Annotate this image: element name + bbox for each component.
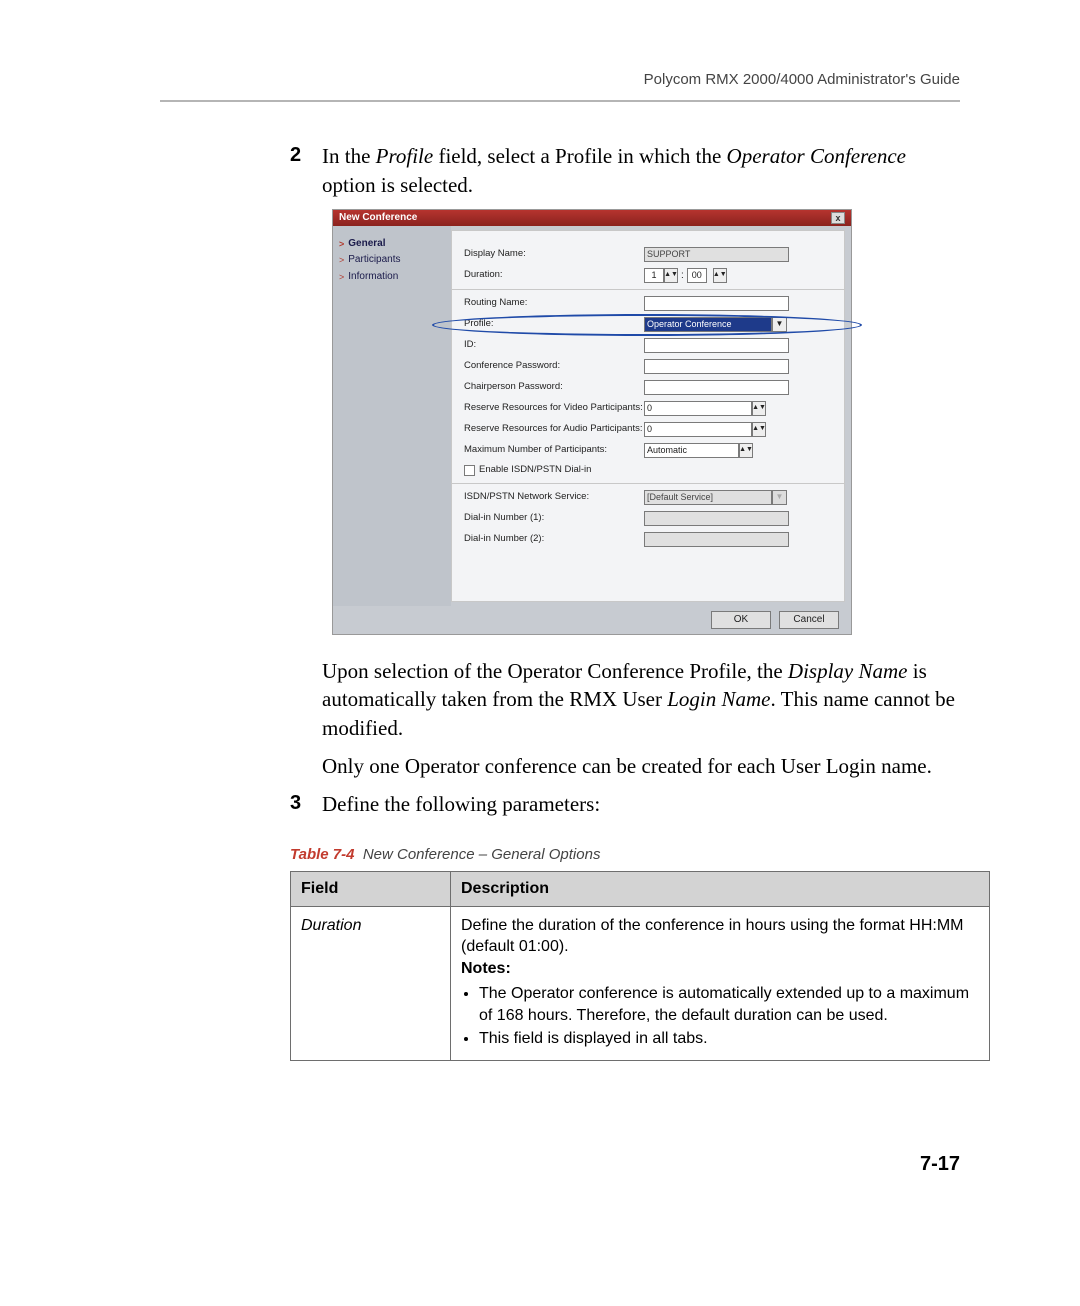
list-item: The Operator conference is automatically… <box>479 983 979 1026</box>
text-italic: Login Name <box>667 687 770 711</box>
stepper-updown-icon[interactable]: ▲▼ <box>752 422 766 437</box>
table-caption: Table 7-4 New Conference – General Optio… <box>290 845 960 865</box>
label-profile: Profile: <box>464 318 644 331</box>
ok-button[interactable]: OK <box>711 611 771 629</box>
dial-in-1-field <box>644 511 789 526</box>
col-field: Field <box>291 871 451 906</box>
stepper-updown-icon[interactable]: ▲▼ <box>713 268 727 283</box>
table-row: Duration Define the duration of the conf… <box>291 906 990 1061</box>
label-chair-pw: Chairperson Password: <box>464 381 644 394</box>
duration-sep: : <box>681 269 684 283</box>
document-page: Polycom RMX 2000/4000 Administrator's Gu… <box>0 0 1080 1238</box>
sidebar-item-information[interactable]: > Information <box>339 270 445 284</box>
label-max-part: Maximum Number of Participants: <box>464 444 644 457</box>
arrow-icon: > <box>339 254 344 266</box>
text-italic: Display Name <box>788 659 908 683</box>
max-participants-stepper[interactable]: Automatic <box>644 443 739 458</box>
display-name-field: SUPPORT <box>644 247 789 262</box>
text-italic: Profile <box>376 144 434 168</box>
profile-select[interactable]: Operator Conference ▼ <box>644 317 787 332</box>
profile-value: Operator Conference <box>644 317 772 332</box>
stepper-updown-icon[interactable]: ▲▼ <box>664 268 678 283</box>
desc-text: Define the duration of the conference in… <box>461 915 979 958</box>
label: Enable ISDN/PSTN Dial-in <box>479 464 591 477</box>
cell-description: Define the duration of the conference in… <box>451 906 990 1061</box>
notes-list: The Operator conference is automatically… <box>479 983 979 1050</box>
stepper-updown-icon[interactable]: ▲▼ <box>752 401 766 416</box>
col-description: Description <box>451 871 990 906</box>
label-routing-name: Routing Name: <box>464 297 644 310</box>
arrow-icon: > <box>339 238 344 250</box>
new-conference-dialog: New Conference x > General > Participants … <box>332 209 852 635</box>
options-table: Field Description Duration Define the du… <box>290 871 990 1061</box>
conference-password-field[interactable] <box>644 359 789 374</box>
step-body: In the Profile field, select a Profile i… <box>322 142 960 199</box>
text: In the <box>322 144 376 168</box>
list-item: This field is displayed in all tabs. <box>479 1028 979 1050</box>
label-isdn-svc: ISDN/PSTN Network Service: <box>464 491 644 504</box>
label-conf-pw: Conference Password: <box>464 360 644 373</box>
label-res-audio: Reserve Resources for Audio Participants… <box>464 423 644 436</box>
text: option is selected. <box>322 173 473 197</box>
sidebar-item-general[interactable]: > General <box>339 237 445 251</box>
step-3: 3 Define the following parameters: <box>290 790 960 818</box>
followup-paragraph-2: Only one Operator conference can be crea… <box>322 752 960 780</box>
cancel-button[interactable]: Cancel <box>779 611 839 629</box>
checkbox-icon <box>464 465 475 476</box>
stepper-updown-icon[interactable]: ▲▼ <box>739 443 753 458</box>
table-header-row: Field Description <box>291 871 990 906</box>
arrow-icon: > <box>339 271 344 283</box>
followup-paragraph-1: Upon selection of the Operator Conferenc… <box>322 657 960 742</box>
routing-name-field[interactable] <box>644 296 789 311</box>
dialog-screenshot: New Conference x > General > Participants … <box>332 209 852 635</box>
text: Upon selection of the Operator Conferenc… <box>322 659 788 683</box>
enable-isdn-checkbox[interactable]: Enable ISDN/PSTN Dial-in <box>464 464 832 477</box>
chairperson-password-field[interactable] <box>644 380 789 395</box>
label: General <box>348 237 385 251</box>
dialog-footer: OK Cancel <box>333 606 851 634</box>
step-number: 2 <box>290 142 322 199</box>
label-duration: Duration: <box>464 269 644 282</box>
dialog-titlebar: New Conference x <box>333 210 851 226</box>
step-body: Define the following parameters: <box>322 790 960 818</box>
label: Information <box>348 270 398 284</box>
label-res-video: Reserve Resources for Video Participants… <box>464 402 644 415</box>
dialog-sidebar: > General > Participants > Information <box>333 226 451 606</box>
isdn-service-select: [Default Service] ▼ <box>644 490 787 505</box>
label: Participants <box>348 253 400 267</box>
sidebar-item-participants[interactable]: > Participants <box>339 253 445 267</box>
label-dial2: Dial-in Number (2): <box>464 533 644 546</box>
page-number: 7-17 <box>160 1151 960 1178</box>
cell-field: Duration <box>291 906 451 1061</box>
close-icon[interactable]: x <box>831 212 845 224</box>
duration-minutes-stepper[interactable]: 00 <box>687 268 707 283</box>
chevron-down-icon[interactable]: ▼ <box>772 317 787 332</box>
text-italic: Operator Conference <box>727 144 906 168</box>
label-dial1: Dial-in Number (1): <box>464 512 644 525</box>
text: field, select a Profile in which the <box>433 144 726 168</box>
label-display-name: Display Name: <box>464 248 644 261</box>
caption-title: New Conference – General Options <box>363 846 601 863</box>
notes-label: Notes: <box>461 958 979 980</box>
page-header: Polycom RMX 2000/4000 Administrator's Gu… <box>160 70 960 100</box>
reserve-audio-stepper[interactable]: 0 <box>644 422 752 437</box>
label-id: ID: <box>464 339 644 352</box>
caption-label: Table 7-4 <box>290 846 354 863</box>
duration-hours-stepper[interactable]: 1 <box>644 268 664 283</box>
id-field[interactable] <box>644 338 789 353</box>
reserve-video-stepper[interactable]: 0 <box>644 401 752 416</box>
step-number: 3 <box>290 790 322 818</box>
header-rule <box>160 100 960 102</box>
dial-in-2-field <box>644 532 789 547</box>
step-2: 2 In the Profile field, select a Profile… <box>290 142 960 199</box>
chevron-down-icon: ▼ <box>772 490 787 505</box>
dialog-title: New Conference <box>339 211 417 225</box>
dialog-main: Display Name:SUPPORT Duration: 1▲▼ : 00▲… <box>451 230 845 602</box>
isdn-service-value: [Default Service] <box>644 490 772 505</box>
